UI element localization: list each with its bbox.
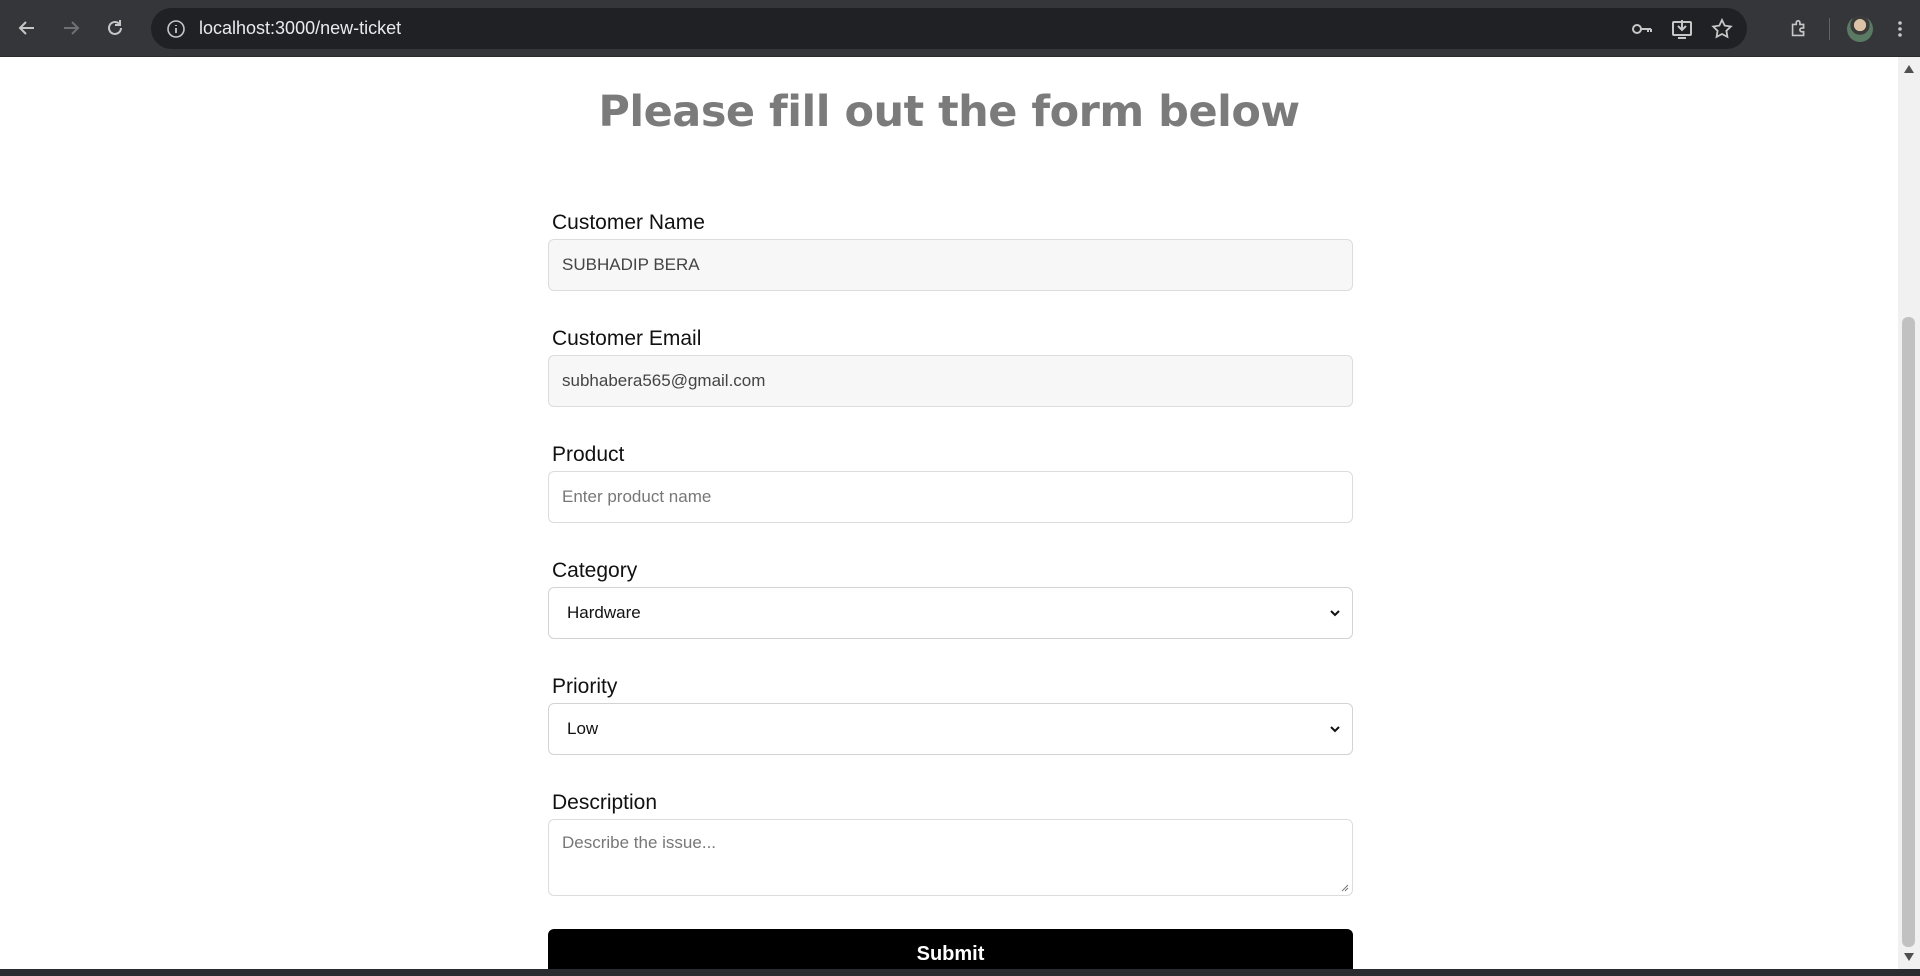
customer-email-label: Customer Email xyxy=(552,327,702,350)
site-info-button[interactable] xyxy=(164,17,188,41)
category-selected-value: Hardware xyxy=(567,603,641,622)
customer-name-label: Customer Name xyxy=(552,211,705,234)
customer-name-field[interactable]: SUBHADIP BERA xyxy=(548,239,1353,291)
window-bottom-edge xyxy=(0,969,1920,976)
triangle-down-icon xyxy=(1904,953,1914,961)
priority-label: Priority xyxy=(552,675,618,698)
reload-button[interactable] xyxy=(95,8,135,48)
priority-select[interactable]: Low xyxy=(548,703,1353,755)
category-select[interactable]: Hardware xyxy=(548,587,1353,639)
install-app-button[interactable] xyxy=(1669,16,1695,42)
description-textarea[interactable]: Describe the issue... xyxy=(548,819,1353,896)
submit-button[interactable]: Submit xyxy=(548,929,1353,969)
product-label: Product xyxy=(552,443,625,466)
key-icon xyxy=(1632,23,1652,34)
product-placeholder: Enter product name xyxy=(562,487,712,506)
bookmark-button[interactable] xyxy=(1709,16,1735,42)
install-app-icon xyxy=(1672,19,1692,39)
customer-email-value: subhabera565@gmail.com xyxy=(562,371,766,390)
address-bar[interactable]: localhost:3000/new-ticket xyxy=(151,8,1747,49)
forward-button[interactable] xyxy=(51,8,91,48)
description-label: Description xyxy=(552,791,658,814)
kebab-menu-icon xyxy=(1898,20,1902,37)
chevron-down-icon xyxy=(1330,610,1340,617)
scroll-down-button[interactable] xyxy=(1903,951,1915,963)
chevron-down-icon xyxy=(1330,726,1340,733)
passwords-button[interactable] xyxy=(1629,16,1655,42)
arrow-right-icon xyxy=(64,21,80,35)
toolbar-divider xyxy=(1829,17,1830,40)
scroll-thumb[interactable] xyxy=(1902,317,1915,947)
page-scrollbar[interactable] xyxy=(1898,57,1920,969)
extensions-button[interactable] xyxy=(1779,9,1819,49)
browser-menu-button[interactable] xyxy=(1880,9,1920,49)
customer-name-value: SUBHADIP BERA xyxy=(562,255,700,274)
resize-handle-icon[interactable] xyxy=(1339,882,1349,892)
customer-email-field[interactable]: subhabera565@gmail.com xyxy=(548,355,1353,407)
new-ticket-form: Customer Name SUBHADIP BERA Customer Ema… xyxy=(548,207,1353,969)
category-label: Category xyxy=(552,559,638,582)
description-placeholder: Describe the issue... xyxy=(562,833,717,852)
star-icon xyxy=(1711,17,1733,39)
triangle-up-icon xyxy=(1904,65,1914,73)
product-input[interactable]: Enter product name xyxy=(548,471,1353,523)
submit-label: Submit xyxy=(916,942,985,965)
avatar[interactable] xyxy=(1847,15,1873,42)
puzzle-icon xyxy=(1791,19,1805,36)
arrow-left-icon xyxy=(18,21,34,35)
url-text[interactable]: localhost:3000/new-ticket xyxy=(199,18,401,39)
info-icon xyxy=(167,19,185,38)
browser-toolbar: localhost:3000/new-ticket xyxy=(0,0,1920,57)
page-viewport: Please fill out the form below Customer … xyxy=(0,57,1898,969)
page-title: Please fill out the form below xyxy=(598,87,1300,137)
reload-icon xyxy=(108,20,122,35)
priority-selected-value: Low xyxy=(567,719,599,738)
back-button[interactable] xyxy=(7,8,47,48)
scroll-up-button[interactable] xyxy=(1903,63,1915,75)
